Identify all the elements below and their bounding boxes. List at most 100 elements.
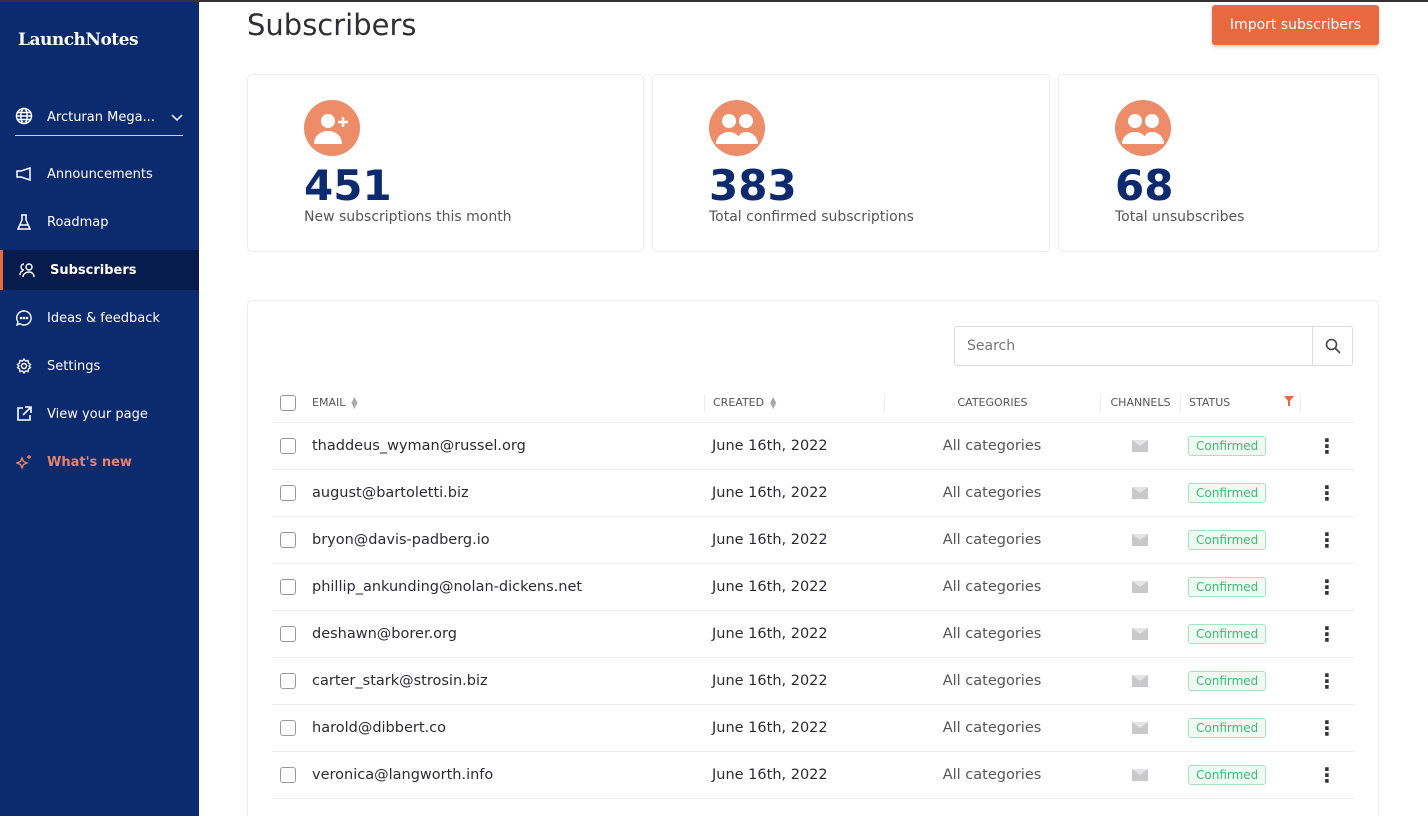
- table-row: phillip_ankunding@nolan-dickens.net June…: [272, 564, 1354, 611]
- status-badge: Confirmed: [1188, 483, 1267, 503]
- sidebar-item-settings[interactable]: Settings: [0, 346, 199, 386]
- stat-card-unsubscribes: 68 Total unsubscribes: [1058, 74, 1379, 252]
- org-name: Arcturan Mega...: [47, 110, 155, 125]
- more-options-icon[interactable]: ⋮: [1300, 622, 1354, 646]
- stat-value: 383: [709, 161, 797, 210]
- sidebar-item-label: Settings: [47, 358, 101, 374]
- header-channels: CHANNELS: [1110, 396, 1171, 409]
- more-options-icon[interactable]: ⋮: [1300, 434, 1354, 458]
- stat-value: 451: [304, 161, 392, 210]
- sort-email[interactable]: EMAIL ▲ ▼: [312, 394, 704, 410]
- email-channel-icon: [1100, 581, 1180, 593]
- subscribers-table: EMAIL ▲▼ CREATED ▲▼ CATEGORIES CHANNELS ST…: [247, 300, 1379, 816]
- stat-label: Total unsubscribes: [1115, 209, 1245, 225]
- filter-icon[interactable]: [1284, 396, 1294, 409]
- email-channel-icon: [1100, 487, 1180, 499]
- more-options-icon[interactable]: ⋮: [1300, 716, 1354, 740]
- page-title: Subscribers: [247, 8, 417, 42]
- row-email: veronica@langworth.info: [312, 767, 494, 783]
- select-all-checkbox[interactable]: [280, 394, 296, 411]
- email-channel-icon: [1100, 722, 1180, 734]
- sidebar-item-label: Roadmap: [47, 214, 109, 230]
- row-created: June 16th, 2022: [712, 532, 828, 548]
- search-button[interactable]: [1312, 327, 1352, 365]
- row-checkbox[interactable]: [280, 720, 296, 736]
- stat-card-confirmed: 383 Total confirmed subscriptions: [652, 74, 1050, 252]
- row-categories: All categories: [942, 438, 1042, 454]
- more-options-icon[interactable]: ⋮: [1300, 528, 1354, 552]
- row-created: June 16th, 2022: [712, 767, 828, 783]
- row-checkbox[interactable]: [280, 767, 296, 783]
- header-status: STATUS: [1189, 396, 1231, 409]
- sidebar-item-label: View your page: [47, 406, 148, 422]
- sidebar-item-view-page[interactable]: View your page: [0, 394, 199, 434]
- row-created: June 16th, 2022: [712, 485, 828, 501]
- email-channel-icon: [1100, 440, 1180, 452]
- table-row: carter_stark@strosin.biz June 16th, 2022…: [272, 658, 1354, 705]
- table-row: harold@dibbert.co June 16th, 2022 All ca…: [272, 705, 1354, 752]
- import-subscribers-button[interactable]: Import subscribers: [1212, 5, 1379, 45]
- more-options-icon[interactable]: ⋮: [1300, 575, 1354, 599]
- main-content: Subscribers Import subscribers 451 New s…: [199, 2, 1428, 816]
- stat-value: 68: [1115, 161, 1174, 210]
- sidebar-item-subscribers[interactable]: Subscribers: [0, 250, 199, 290]
- row-checkbox[interactable]: [280, 532, 296, 548]
- row-categories: All categories: [942, 532, 1042, 548]
- status-badge: Confirmed: [1188, 765, 1267, 785]
- sidebar-item-label: Subscribers: [50, 262, 137, 278]
- logo[interactable]: LaunchNotes: [18, 30, 139, 50]
- sort-icon: ▲ ▼: [351, 394, 358, 410]
- email-channel-icon: [1100, 769, 1180, 781]
- sidebar-item-ideas[interactable]: Ideas & feedback: [0, 298, 199, 338]
- row-categories: All categories: [942, 579, 1042, 595]
- more-options-icon[interactable]: ⋮: [1300, 481, 1354, 505]
- stat-label: New subscriptions this month: [304, 209, 512, 225]
- stat-card-new: 451 New subscriptions this month: [247, 74, 644, 252]
- gear-icon: [15, 358, 33, 374]
- globe-icon: [15, 107, 33, 129]
- row-checkbox[interactable]: [280, 626, 296, 642]
- sparkle-icon: [15, 454, 33, 470]
- row-email: bryon@davis-padberg.io: [312, 532, 490, 548]
- row-categories: All categories: [942, 626, 1042, 642]
- table-row: veronica@langworth.info June 16th, 2022 …: [272, 752, 1354, 799]
- row-checkbox[interactable]: [280, 579, 296, 595]
- users-icon: [1115, 100, 1171, 156]
- row-email: harold@dibbert.co: [312, 720, 446, 736]
- status-badge: Confirmed: [1188, 718, 1267, 738]
- sidebar-item-whats-new[interactable]: What's new: [0, 442, 199, 482]
- search-box: [954, 326, 1353, 366]
- row-categories: All categories: [942, 720, 1042, 736]
- sidebar-item-announcements[interactable]: Announcements: [0, 154, 199, 194]
- row-email: phillip_ankunding@nolan-dickens.net: [312, 579, 583, 595]
- more-options-icon[interactable]: ⋮: [1300, 763, 1354, 787]
- more-options-icon[interactable]: ⋮: [1300, 669, 1354, 693]
- sidebar: LaunchNotes Arcturan Mega... Announcemen…: [0, 2, 199, 816]
- row-created: June 16th, 2022: [712, 579, 828, 595]
- row-checkbox[interactable]: [280, 673, 296, 689]
- table-header: EMAIL ▲ ▼ CREATED ▲ ▼ CATEGORIES CHANNELS ST…: [272, 383, 1354, 423]
- search-input[interactable]: [955, 327, 1312, 365]
- email-channel-icon: [1100, 534, 1180, 546]
- row-checkbox[interactable]: [280, 438, 296, 454]
- row-email: deshawn@borer.org: [312, 626, 457, 642]
- status-badge: Confirmed: [1188, 436, 1267, 456]
- table-row: thaddeus_wyman@russel.org June 16th, 202…: [272, 423, 1354, 470]
- chevron-down-icon: [171, 111, 183, 125]
- sort-created[interactable]: CREATED ▲ ▼: [704, 393, 884, 412]
- org-switcher[interactable]: Arcturan Mega...: [15, 100, 183, 136]
- row-checkbox[interactable]: [280, 485, 296, 501]
- row-email: carter_stark@strosin.biz: [312, 673, 488, 689]
- sidebar-item-label: Announcements: [47, 166, 153, 182]
- table-row: bryon@davis-padberg.io June 16th, 2022 A…: [272, 517, 1354, 564]
- user-plus-icon: [304, 100, 360, 156]
- table-row: deshawn@borer.org June 16th, 2022 All ca…: [272, 611, 1354, 658]
- header-categories: CATEGORIES: [957, 396, 1028, 409]
- header-created: CREATED: [713, 396, 765, 409]
- chat-bubble-icon: [15, 310, 33, 326]
- users-icon: [18, 262, 36, 278]
- email-channel-icon: [1100, 628, 1180, 640]
- row-email: august@bartoletti.biz: [312, 485, 469, 501]
- row-categories: All categories: [942, 767, 1042, 783]
- sidebar-item-roadmap[interactable]: Roadmap: [0, 202, 199, 242]
